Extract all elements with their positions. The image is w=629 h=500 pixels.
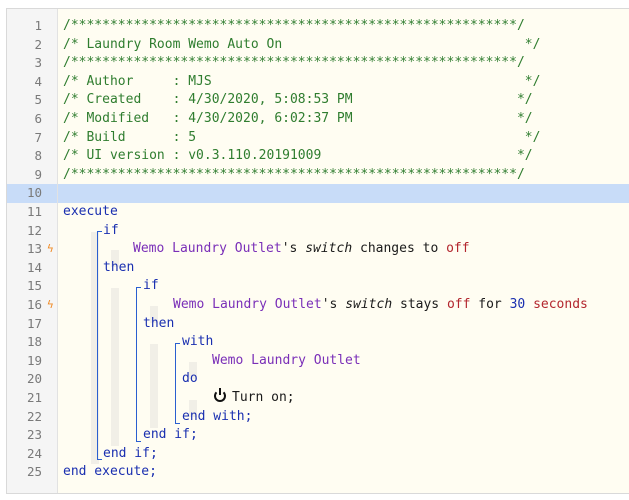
value-off[interactable]: off xyxy=(446,241,469,256)
code-line-12[interactable]: 12 if xyxy=(7,222,629,241)
code-line-5[interactable]: 5 /* Created : 4/30/2020, 5:08:53 PM */ xyxy=(7,91,629,110)
line-number: 19 xyxy=(26,352,42,368)
line-number: 10 xyxy=(7,184,57,203)
code-line-22[interactable]: 22 end with; xyxy=(7,408,629,427)
header-border: /***************************************… xyxy=(63,55,525,71)
keyword-execute[interactable]: execute xyxy=(63,203,118,222)
power-icon xyxy=(214,388,226,402)
line-number: 2 xyxy=(34,36,42,52)
header-border: /***************************************… xyxy=(63,18,525,33)
code-line-8[interactable]: 8 /* UI version : v0.3.110.20191009 */ xyxy=(7,147,629,166)
line-number: 17 xyxy=(26,315,42,331)
header-author: /* Author : MJS */ xyxy=(63,73,541,89)
attribute-switch[interactable]: switch xyxy=(305,241,352,256)
line-number: 22 xyxy=(26,408,42,424)
active-line-highlight[interactable] xyxy=(58,184,629,203)
line-number: 12 xyxy=(26,222,42,238)
condition-stays: stays xyxy=(392,297,447,312)
code-editor[interactable]: 1 /*************************************… xyxy=(6,8,629,494)
code-line-18[interactable]: 18 with xyxy=(7,333,629,352)
line-number: 1 xyxy=(34,18,42,33)
device-name[interactable]: Wemo Laundry Outlet xyxy=(212,352,361,371)
code-line-4[interactable]: 4 /* Author : MJS */ xyxy=(7,73,629,92)
value-off[interactable]: off xyxy=(447,297,470,312)
header-build: /* Build : 5 */ xyxy=(63,129,541,145)
attribute-switch[interactable]: switch xyxy=(345,297,392,312)
duration-number[interactable]: 30 xyxy=(510,297,526,312)
line-number: 23 xyxy=(26,427,42,443)
header-modified: /* Modified : 4/30/2020, 6:02:37 PM */ xyxy=(63,111,533,126)
code-line-10-active[interactable]: 10 xyxy=(7,184,629,203)
keyword-then[interactable]: then xyxy=(143,315,174,334)
code-line-7[interactable]: 7 /* Build : 5 */ xyxy=(7,129,629,148)
header-border: /***************************************… xyxy=(63,166,525,182)
code-line-2[interactable]: 2 /* Laundry Room Wemo Auto On */ xyxy=(7,36,629,55)
keyword-end-with[interactable]: end with; xyxy=(182,408,252,427)
device-name[interactable]: Wemo Laundry Outlet xyxy=(173,297,322,312)
keyword-do[interactable]: do xyxy=(182,370,198,389)
line-number: 20 xyxy=(26,371,42,387)
line-number: 18 xyxy=(26,334,42,350)
line-number: 7 xyxy=(34,129,42,145)
code-line-3[interactable]: 3 /*************************************… xyxy=(7,54,629,73)
line-number: 24 xyxy=(26,445,42,461)
keyword-with[interactable]: with xyxy=(182,333,213,352)
line-number: 5 xyxy=(34,92,42,108)
code-line-23[interactable]: 23 end if; xyxy=(7,426,629,445)
device-name[interactable]: Wemo Laundry Outlet xyxy=(133,241,282,256)
line-number: 9 xyxy=(34,166,42,182)
line-number: 4 xyxy=(34,73,42,89)
code-line-21[interactable]: 21 Turn on; xyxy=(7,388,629,408)
condition-changes-to: changes to xyxy=(352,241,447,257)
header-ui-version: /* UI version : v0.3.110.20191009 */ xyxy=(63,148,533,164)
header-created: /* Created : 4/30/2020, 5:08:53 PM */ xyxy=(63,92,533,108)
line-number: 3 xyxy=(34,55,42,71)
trigger-bolt-icon: ϟ xyxy=(47,298,54,311)
command-turn-on[interactable]: Turn on; xyxy=(232,390,295,405)
code-line-11[interactable]: 11 execute xyxy=(7,203,629,222)
code-line-14[interactable]: 14 then xyxy=(7,259,629,278)
code-line-15[interactable]: 15 if xyxy=(7,277,629,296)
line-number: 15 xyxy=(26,278,42,294)
keyword-end-if[interactable]: end if; xyxy=(103,445,158,464)
line-number: 25 xyxy=(26,464,42,480)
possessive: 's xyxy=(281,241,306,257)
duration-unit[interactable]: seconds xyxy=(525,297,588,312)
line-number: 21 xyxy=(26,390,42,405)
code-line-25[interactable]: 25 end execute; xyxy=(7,463,629,482)
code-line-1[interactable]: 1 /*************************************… xyxy=(7,17,629,36)
code-line-9[interactable]: 9 /*************************************… xyxy=(7,166,629,185)
condition-for: for xyxy=(470,297,510,312)
line-number: 14 xyxy=(26,259,42,275)
trigger-bolt-icon: ϟ xyxy=(47,242,54,256)
line-number: 8 xyxy=(34,148,42,164)
keyword-then[interactable]: then xyxy=(103,259,134,278)
code-line-24[interactable]: 24 end if; xyxy=(7,445,629,464)
line-number: 11 xyxy=(26,204,42,219)
line-number: 6 xyxy=(34,111,42,126)
code-line-17[interactable]: 17 then xyxy=(7,315,629,334)
keyword-if[interactable]: if xyxy=(143,277,159,296)
keyword-end-execute[interactable]: end execute; xyxy=(63,463,157,482)
possessive: 's xyxy=(321,297,346,312)
code-line-13[interactable]: 13 ϟ Wemo Laundry Outlet's switch change… xyxy=(7,240,629,259)
keyword-end-if[interactable]: end if; xyxy=(143,426,198,445)
code-line-20[interactable]: 20 do xyxy=(7,370,629,389)
code-line-19[interactable]: 19 Wemo Laundry Outlet xyxy=(7,352,629,371)
keyword-if[interactable]: if xyxy=(103,222,119,241)
header-title: /* Laundry Room Wemo Auto On */ xyxy=(63,36,541,52)
code-line-6[interactable]: 6 /* Modified : 4/30/2020, 6:02:37 PM */ xyxy=(7,110,629,129)
code-line-16[interactable]: 16 ϟ Wemo Laundry Outlet's switch stays … xyxy=(7,296,629,315)
